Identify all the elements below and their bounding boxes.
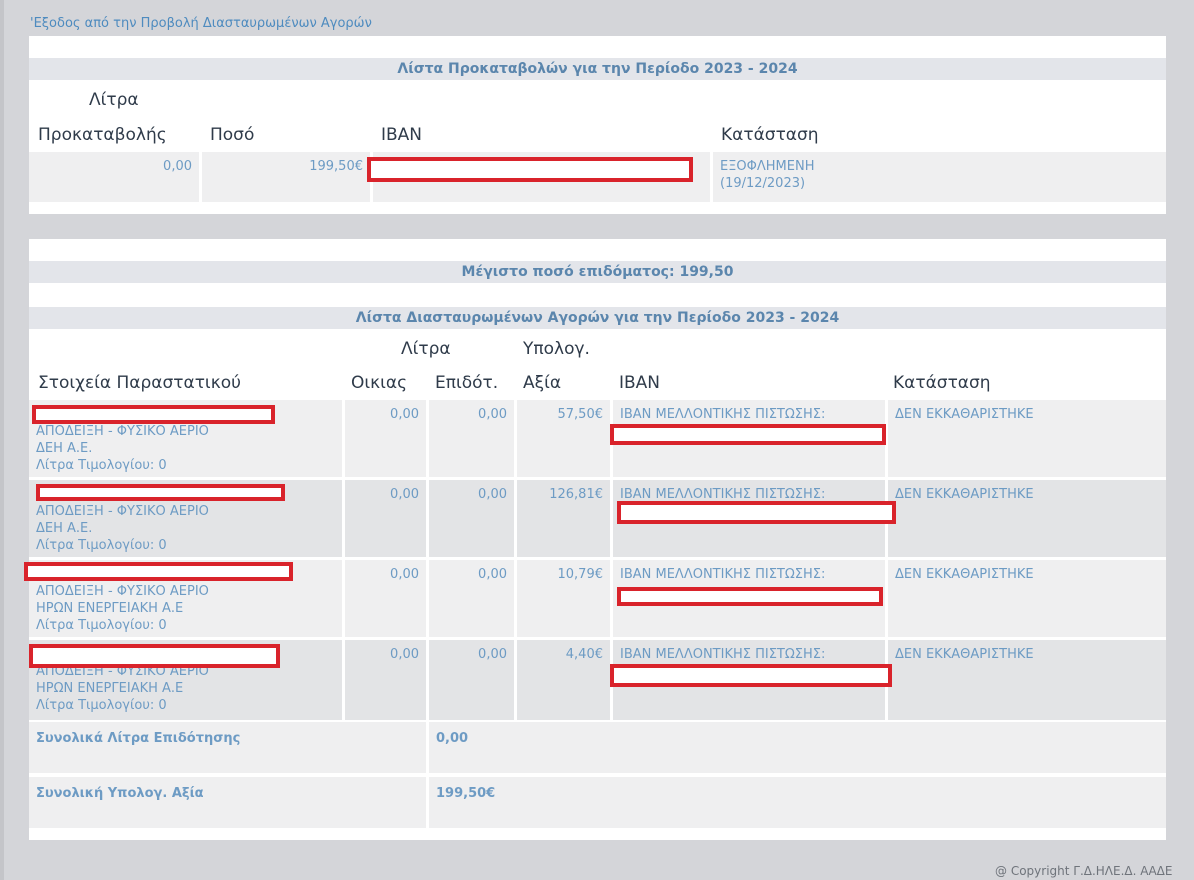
max-amount-bar: Μέγιστο ποσό επιδόματος: 199,50 xyxy=(29,261,1166,283)
purchase-value: 4,40€ xyxy=(517,640,613,720)
advances-header-amount: Ποσό xyxy=(210,125,255,145)
redaction-box xyxy=(610,424,886,445)
purchase-type: ΑΠΟΔΕΙΞΗ - ΦΥΣΙΚΟ ΑΕΡΙΟ xyxy=(36,584,209,599)
purchase-status: ΔΕΝ ΕΚΚΑΘΑΡΙΣΤΗΚΕ xyxy=(888,640,1166,720)
purchase-type: ΑΠΟΔΕΙΞΗ - ΦΥΣΙΚΟ ΑΕΡΙΟ xyxy=(36,504,209,519)
advances-panel: Λίστα Προκαταβολών για την Περίοδο 2023 … xyxy=(29,36,1166,214)
purchase-subsidised: 0,00 xyxy=(429,480,517,557)
purchases-header-value: Αξία xyxy=(523,373,562,393)
purchase-subsidised: 0,00 xyxy=(429,640,517,720)
purchase-type: ΑΠΟΔΕΙΞΗ - ΦΥΣΙΚΟ ΑΕΡΙΟ xyxy=(36,424,209,439)
purchase-status: ΔΕΝ ΕΚΚΑΘΑΡΙΣΤΗΚΕ xyxy=(888,400,1166,477)
purchase-household: 0,00 xyxy=(345,480,429,557)
advance-status-text: ΕΞΟΦΛΗΜΕΝΗ xyxy=(720,159,815,174)
redaction-box xyxy=(24,562,293,581)
purchase-subsidised: 0,00 xyxy=(429,560,517,637)
advance-status: ΕΞΟΦΛΗΜΕΝΗ (19/12/2023) xyxy=(713,152,1166,202)
purchase-value: 126,81€ xyxy=(517,480,613,557)
purchases-header-document: Στοιχεία Παραστατικού xyxy=(38,373,241,393)
total-value-row: Συνολική Υπολογ. Αξία 199,50€ xyxy=(29,777,1166,828)
purchase-invoice-litres: Λίτρα Τιμολογίου: 0 xyxy=(36,538,167,553)
purchases-header-status: Κατάσταση xyxy=(893,373,991,393)
redaction-box xyxy=(617,501,896,524)
redaction-box xyxy=(32,405,275,424)
purchase-invoice-litres: Λίτρα Τιμολογίου: 0 xyxy=(36,698,167,713)
window-edge xyxy=(0,0,4,880)
total-value-value: 199,50€ xyxy=(429,777,1166,828)
advances-title: Λίστα Προκαταβολών για την Περίοδο 2023 … xyxy=(29,58,1166,80)
total-litres-row: Συνολικά Λίτρα Επιδότησης 0,00 xyxy=(29,722,1166,773)
purchase-status: ΔΕΝ ΕΚΚΑΘΑΡΙΣΤΗΚΕ xyxy=(888,560,1166,637)
advances-header-litres-top: Λίτρα xyxy=(89,90,139,110)
advance-status-date: (19/12/2023) xyxy=(720,176,806,191)
purchase-subsidised: 0,00 xyxy=(429,400,517,477)
redaction-box xyxy=(610,664,892,687)
purchase-value: 10,79€ xyxy=(517,560,613,637)
redaction-box xyxy=(617,587,883,606)
advance-amount: 199,50€ xyxy=(202,152,373,202)
total-value-label: Συνολική Υπολογ. Αξία xyxy=(29,777,429,828)
copyright-footer: @ Copyright Γ.Δ.ΗΛΕ.Δ. ΑΑΔΕ xyxy=(995,864,1173,878)
purchase-vendor: ΗΡΩΝ ΕΝΕΡΓΕΙΑΚΗ Α.Ε xyxy=(36,601,184,616)
purchase-vendor: ΔΕΗ Α.Ε. xyxy=(36,521,93,536)
purchase-household: 0,00 xyxy=(345,560,429,637)
redaction-box xyxy=(36,484,285,501)
redaction-box xyxy=(29,644,280,668)
purchases-header-iban: IBAN xyxy=(619,373,661,393)
purchase-invoice-litres: Λίτρα Τιμολογίου: 0 xyxy=(36,458,167,473)
exit-crosscheck-view-link[interactable]: 'Εξοδος από την Προβολή Διασταυρωμένων Α… xyxy=(30,16,372,31)
purchase-vendor: ΔΕΗ Α.Ε. xyxy=(36,441,93,456)
total-litres-value: 0,00 xyxy=(429,722,1166,773)
purchase-household: 0,00 xyxy=(345,640,429,720)
advances-header-status: Κατάσταση xyxy=(721,125,819,145)
purchases-title: Λίστα Διασταυρωμένων Αγορών για την Περί… xyxy=(29,307,1166,329)
purchases-panel: Μέγιστο ποσό επιδόματος: 199,50 Λίστα Δι… xyxy=(24,239,1166,840)
purchase-household: 0,00 xyxy=(345,400,429,477)
purchase-vendor: ΗΡΩΝ ΕΝΕΡΓΕΙΑΚΗ Α.Ε xyxy=(36,681,184,696)
purchases-header-subsidised: Επιδότ. xyxy=(435,373,499,393)
advances-header-iban: IBAN xyxy=(381,125,423,145)
purchases-header-calc-top: Υπολογ. xyxy=(523,339,590,359)
purchases-header-household: Οικιας xyxy=(351,373,408,393)
purchase-status: ΔΕΝ ΕΚΚΑΘΑΡΙΣΤΗΚΕ xyxy=(888,480,1166,557)
advance-litres: 0,00 xyxy=(29,152,202,202)
purchases-header-litres-top: Λίτρα xyxy=(401,339,451,359)
redaction-box xyxy=(367,157,693,182)
total-litres-label: Συνολικά Λίτρα Επιδότησης xyxy=(29,722,429,773)
purchase-value: 57,50€ xyxy=(517,400,613,477)
advances-header-litres-bottom: Προκαταβολής xyxy=(38,125,167,145)
purchase-invoice-litres: Λίτρα Τιμολογίου: 0 xyxy=(36,618,167,633)
